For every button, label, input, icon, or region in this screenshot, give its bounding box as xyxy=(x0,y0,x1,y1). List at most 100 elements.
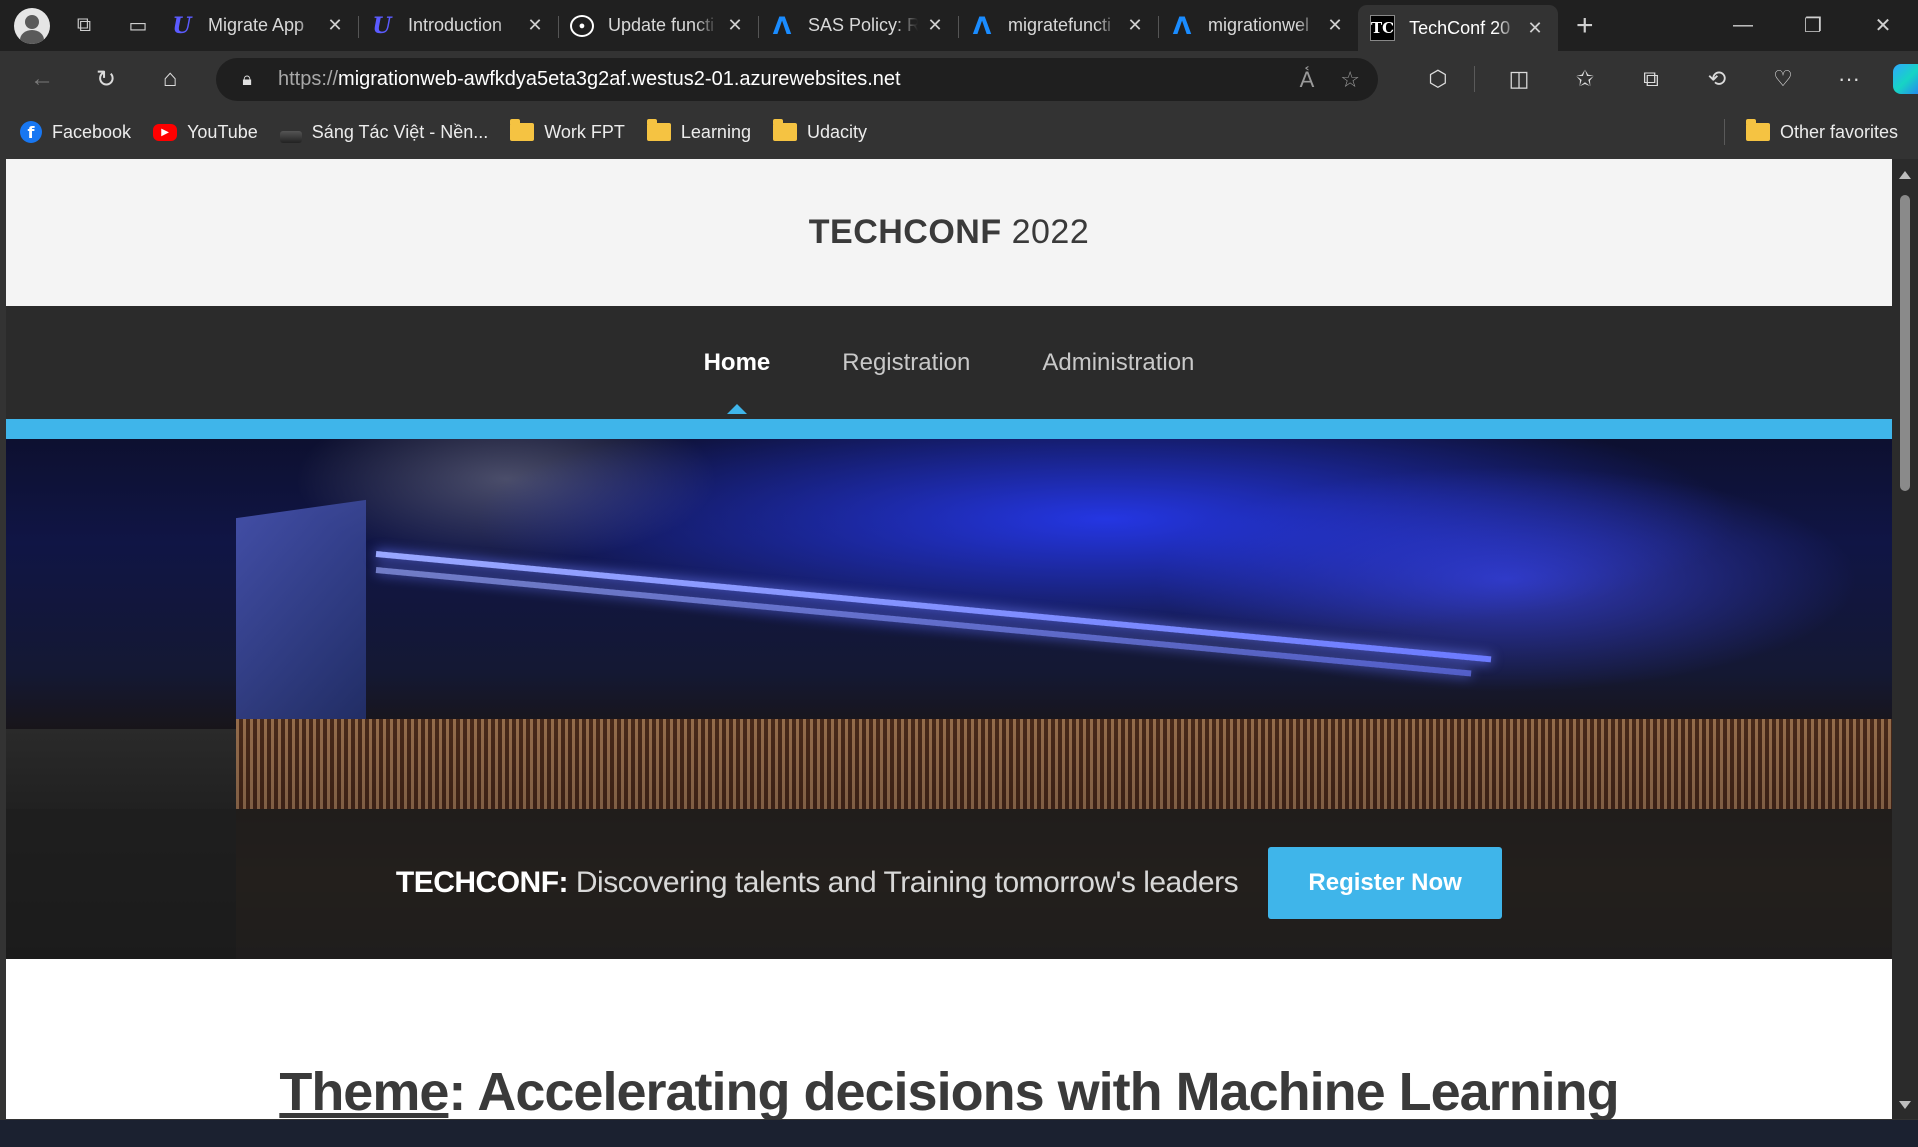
browser-tab[interactable]: Λ migratefuncti ✕ xyxy=(958,6,1158,46)
site-icon xyxy=(279,131,302,143)
browser-tab[interactable]: ● Update functi ✕ xyxy=(558,6,758,46)
browser-tab[interactable]: Λ SAS Policy: R ✕ xyxy=(758,6,958,46)
favorite-sang-tac-viet[interactable]: Sáng Tác Việt - Nền... xyxy=(279,121,489,143)
tab-close-icon[interactable]: ✕ xyxy=(924,15,946,36)
tab-close-icon[interactable]: ✕ xyxy=(1324,15,1346,36)
read-aloud-icon[interactable]: A᷾ xyxy=(1300,67,1315,93)
udacity-icon: U xyxy=(372,12,392,39)
os-taskbar xyxy=(0,1120,1918,1147)
tab-actions-icon[interactable]: ▭ xyxy=(118,6,158,46)
hero-content: TECHCONF: Discovering talents and Traini… xyxy=(6,847,1892,919)
hero-tagline: TECHCONF: Discovering talents and Traini… xyxy=(395,866,1239,900)
split-screen-icon[interactable]: ◫ xyxy=(1497,57,1541,101)
close-window-icon[interactable]: ✕ xyxy=(1848,0,1918,51)
browser-tab-strip: ⧉ ▭ U Migrate App ✕ U Introduction ✕ ● U… xyxy=(0,0,1918,51)
tab-title: migratefuncti xyxy=(1008,15,1112,35)
extensions-icon[interactable]: ⬡ xyxy=(1416,57,1460,101)
favorite-label: Work FPT xyxy=(544,121,625,142)
techconf-icon: TC xyxy=(1370,15,1396,41)
theme-heading: Theme: Accelerating decisions with Machi… xyxy=(6,1061,1892,1119)
browser-tab[interactable]: U Introduction ✕ xyxy=(358,6,558,46)
profile-avatar-icon[interactable] xyxy=(14,7,50,44)
site-header: TECHCONF 2022 xyxy=(6,159,1892,306)
hero-audience xyxy=(236,719,1892,809)
favorites-icon[interactable]: ✩ xyxy=(1563,57,1607,101)
tab-title: TechConf 20 xyxy=(1409,17,1511,38)
browser-essentials-icon[interactable]: ♡ xyxy=(1761,57,1805,101)
scroll-down-icon[interactable] xyxy=(1899,1101,1911,1109)
scrollbar-thumb[interactable] xyxy=(1900,195,1910,491)
collections-icon[interactable]: ⧉ xyxy=(1629,57,1673,101)
tab-title: Introduction xyxy=(408,15,503,35)
tagline-text: Discovering talents and Training tomorro… xyxy=(575,866,1239,899)
tab-title: migrationwel xyxy=(1208,15,1310,35)
tab-title: SAS Policy: R xyxy=(808,15,918,35)
toolbar-divider xyxy=(1474,66,1475,92)
favorites-bar: f Facebook ▶ YouTube Sáng Tác Việt - Nền… xyxy=(0,107,1918,157)
azure-icon: Λ xyxy=(772,11,792,40)
favorite-label: Facebook xyxy=(52,121,132,142)
tab-close-icon[interactable]: ✕ xyxy=(524,15,546,36)
browser-tab[interactable]: Λ migrationwel ✕ xyxy=(1158,6,1358,46)
youtube-icon: ▶ xyxy=(153,123,178,141)
nav-accent-bar xyxy=(6,419,1892,439)
favorite-star-icon[interactable]: ☆ xyxy=(1340,67,1360,93)
main-nav: Home Registration Administration xyxy=(6,306,1892,419)
minimize-icon[interactable]: — xyxy=(1708,0,1778,51)
site-logo[interactable]: TECHCONF 2022 xyxy=(809,213,1089,252)
tab-close-icon[interactable]: ✕ xyxy=(1524,18,1546,39)
browser-tab[interactable]: U Migrate App ✕ xyxy=(158,6,358,46)
restore-icon[interactable]: ❐ xyxy=(1778,0,1848,51)
new-tab-icon[interactable]: + xyxy=(1576,9,1594,43)
other-favorites[interactable]: Other favorites xyxy=(1745,107,1898,157)
refresh-icon[interactable]: ↻ xyxy=(84,57,128,101)
register-now-button[interactable]: Register Now xyxy=(1268,847,1503,919)
nav-home[interactable]: Home xyxy=(704,349,770,414)
favorite-folder-learning[interactable]: Learning xyxy=(646,119,751,143)
folder-icon xyxy=(646,119,671,141)
hero-banner: TECHCONF: Discovering talents and Traini… xyxy=(6,439,1892,959)
favorite-label: Learning xyxy=(680,121,751,142)
favorite-facebook[interactable]: f Facebook xyxy=(20,121,131,143)
hero-light-beam xyxy=(375,567,1472,677)
folder-icon xyxy=(772,119,797,141)
favorite-folder-udacity[interactable]: Udacity xyxy=(772,119,867,143)
favorites-divider xyxy=(1724,119,1725,145)
favorite-youtube[interactable]: ▶ YouTube xyxy=(153,122,258,143)
favorite-label: Udacity xyxy=(806,121,867,142)
lock-icon[interactable]: 🔒︎ xyxy=(238,69,256,91)
udacity-icon: U xyxy=(172,12,192,39)
history-icon[interactable]: ⟲ xyxy=(1695,57,1739,101)
more-options-icon[interactable]: ··· xyxy=(1827,57,1871,101)
nav-registration[interactable]: Registration xyxy=(842,349,970,377)
scroll-up-icon[interactable] xyxy=(1899,171,1911,179)
workspaces-icon[interactable]: ⧉ xyxy=(64,6,104,46)
tagline-brand: TECHCONF: xyxy=(395,866,569,899)
toolbar-right: ⬡ ◫ ✩ ⧉ ⟲ ♡ ··· xyxy=(1394,51,1918,107)
favorite-label: Sáng Tác Việt - Nền... xyxy=(311,121,489,142)
tab-title: Update functi xyxy=(608,15,715,35)
folder-icon xyxy=(510,119,535,141)
tab-close-icon[interactable]: ✕ xyxy=(1124,15,1146,36)
folder-icon xyxy=(1745,119,1770,141)
url-host: migrationweb-awfkdya5eta3g2af.westus2-01… xyxy=(338,68,901,90)
home-icon[interactable]: ⌂ xyxy=(148,57,192,101)
address-bar[interactable]: 🔒︎ https://migrationweb-awfkdya5eta3g2af… xyxy=(216,58,1378,101)
tab-close-icon[interactable]: ✕ xyxy=(724,15,746,36)
address-bar-actions: A᷾ ☆ xyxy=(1300,58,1360,101)
azure-icon: Λ xyxy=(1172,11,1192,40)
url-protocol: https:// xyxy=(278,68,339,90)
favorite-label: YouTube xyxy=(187,121,258,142)
hero-light-beam xyxy=(375,551,1492,663)
theme-label: Theme xyxy=(279,1062,449,1119)
tab-close-icon[interactable]: ✕ xyxy=(324,15,346,36)
page-scrollbar[interactable] xyxy=(1892,159,1918,1119)
back-icon[interactable]: ← xyxy=(20,57,64,101)
browser-toolbar: ← ↻ ⌂ 🔒︎ https://migrationweb-awfkdya5et… xyxy=(0,51,1918,107)
techconf-page: TECHCONF 2022 Home Registration Administ… xyxy=(6,159,1892,1119)
nav-administration[interactable]: Administration xyxy=(1042,349,1194,377)
browser-tab-active[interactable]: TC TechConf 20 ✕ xyxy=(1358,5,1558,51)
favorite-folder-work-fpt[interactable]: Work FPT xyxy=(510,119,625,143)
copilot-icon[interactable] xyxy=(1893,64,1918,94)
url-text[interactable]: https://migrationweb-awfkdya5eta3g2af.we… xyxy=(278,68,901,91)
